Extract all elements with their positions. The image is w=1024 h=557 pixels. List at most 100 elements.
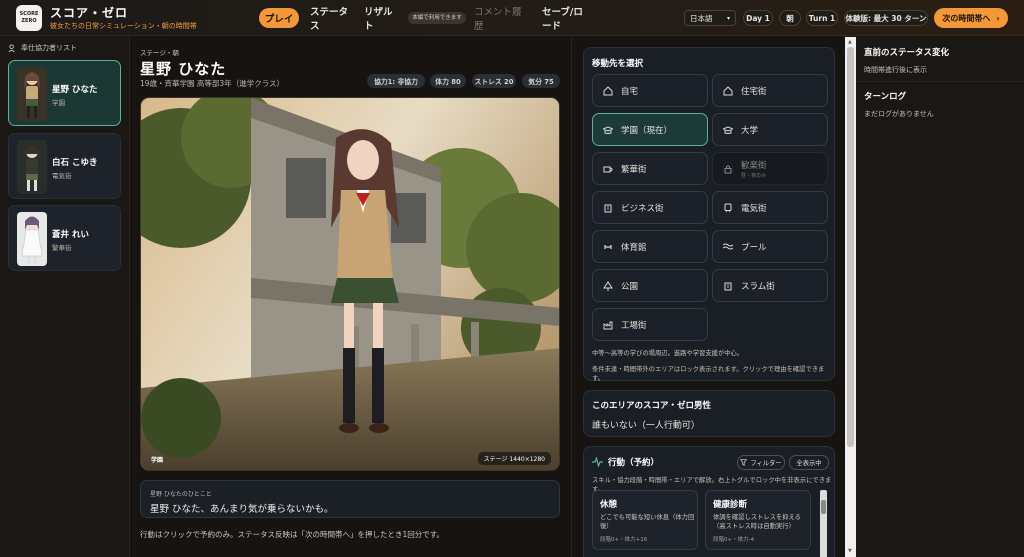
stat-mood-badge: 気分 75 (522, 74, 560, 88)
status-change-heading: 直前のステータス変化 (864, 48, 950, 58)
app-header: SCORE ZERO スコア・ゼロ 彼女たちの日常シミュレーション・朝の時間帯 … (0, 0, 1024, 36)
filter-icon (740, 459, 748, 466)
location-downtown-button[interactable]: 繁華街 (592, 152, 708, 185)
page-scrollbar[interactable]: ▲ ▼ (845, 37, 856, 557)
location-entertainment-button[interactable]: 歓楽街 昼・夜のみ (712, 152, 828, 185)
location-school-button[interactable]: 学園（現在） (592, 113, 708, 146)
character-name: 星野 ひなた (52, 85, 98, 95)
location-description: 中等〜高等の学びの場周辺。進路や学習支援が中心。 (592, 350, 744, 357)
character-name: 白石 こゆき (52, 158, 98, 168)
character-speech-box: 星野 ひなたのひとこと 星野 ひなた、あんまり気が乗らないかも。 (140, 480, 560, 518)
action-stats: 段階0+・体力-4 (713, 537, 755, 543)
waves-icon (723, 243, 733, 249)
scene-resolution-badge: ステージ 1440×1280 (477, 452, 551, 465)
building-icon (604, 204, 612, 212)
graduation-cap-icon (603, 125, 613, 134)
character-location: 電気街 (52, 172, 72, 180)
next-time-label: 次の時間帯へ (942, 13, 991, 23)
action-description: どこでも可能な短い休息（体力回復） (600, 514, 695, 530)
action-panel: 行動（予約） フィルター 全表示中 スキル・協力段階・時間帯・エリアで解放。右上… (583, 446, 835, 557)
app-title: スコア・ゼロ (50, 6, 129, 20)
scene-image: 学園 ステージ 1440×1280 (140, 97, 560, 471)
activity-icon (592, 457, 603, 467)
info-panel: 直前のステータス変化 時間帯進行後に表示 ターンログ まだログがありません (856, 37, 1024, 557)
scene-location-label: 学園 (151, 457, 164, 464)
action-heading: 行動（予約） (608, 458, 660, 468)
stage-label: ステージ・朝 (140, 49, 179, 57)
action-stats: 段階0+・体力+16 (600, 537, 648, 543)
scrollbar-thumb[interactable] (847, 47, 854, 447)
train-icon (724, 203, 732, 212)
factory-icon (603, 321, 613, 329)
nav-comment-tab[interactable]: コメント履歴 (474, 7, 528, 32)
location-factory-button[interactable]: 工場街 (592, 308, 708, 341)
filter-button[interactable]: フィルター (737, 455, 785, 470)
action-title: 健康診断 (713, 500, 748, 510)
nav-play-tab[interactable]: プレイ (259, 8, 299, 28)
location-electric-town-button[interactable]: 電気街 (712, 191, 828, 224)
character-card-koyuki[interactable]: 白石 こゆき 電気街 (8, 133, 121, 199)
speech-speaker: 星野 ひなたのひとこと (150, 491, 212, 498)
home-icon (723, 85, 733, 95)
character-name: 蒼井 れい (52, 230, 89, 240)
tree-icon (603, 280, 613, 291)
location-slum-button[interactable]: スラム街 (712, 269, 828, 302)
stat-stress-badge: ストレス 20 (472, 74, 516, 88)
stat-stamina-badge: 体力 80 (430, 74, 466, 88)
scrollbar-thumb[interactable] (821, 500, 826, 514)
language-select[interactable]: 日本語 ▾ (684, 10, 736, 26)
lock-icon (724, 164, 732, 173)
action-hint-text: 行動はクリックで予約のみ。ステータス反映は「次の時間帯へ」を押したとき1回分です… (140, 530, 445, 539)
location-residential-button[interactable]: 住宅街 (712, 74, 828, 107)
panel-divider (856, 81, 1024, 82)
show-all-toggle[interactable]: 全表示中 (789, 455, 829, 470)
area-male-value: 誰もいない（一人行動可） (592, 421, 700, 431)
action-card-rest[interactable]: 休憩 どこでも可能な短い休息（体力回復） 段階0+・体力+16 (592, 490, 698, 550)
turn-log-text: まだログがありません (864, 110, 934, 118)
users-icon (8, 43, 15, 52)
status-change-text: 時間帯進行後に表示 (864, 66, 927, 74)
collaborator-panel: 奉仕協力者リスト 星野 ひなた 学園 白石 こゆき 電気街 蒼井 れい 繁華街 (0, 37, 130, 557)
nav-result-tab[interactable]: リザルト (364, 7, 400, 32)
home-icon (603, 85, 613, 95)
next-time-button[interactable]: 次の時間帯へ › (934, 8, 1008, 28)
location-business-button[interactable]: ビジネス街 (592, 191, 708, 224)
area-male-heading: このエリアのスコア・ゼロ男性 (592, 401, 712, 411)
time-badge: 朝 (779, 10, 801, 26)
day-badge: Day 1 (743, 10, 773, 26)
action-card-health-check[interactable]: 健康診断 体調を確認しストレスを抑える（高ストレス時は自動実行） 段階0+・体力… (705, 490, 811, 550)
character-profile: 19歳・斉華学園 高等部3年（進学クラス） (140, 79, 285, 88)
trial-badge: 体験版: 最大 30 ターン (844, 10, 928, 26)
turn-badge: Turn 1 (806, 10, 838, 26)
graduation-cap-icon (723, 125, 733, 134)
dumbbell-icon (604, 244, 612, 249)
nav-save-load-tab[interactable]: セーブ/ロード (542, 7, 592, 32)
location-home-button[interactable]: 自宅 (592, 74, 708, 107)
building-icon (724, 282, 732, 290)
collaborator-list-heading: 奉仕協力者リスト (8, 43, 77, 53)
locked-time-note: 昼・夜のみ (741, 172, 767, 179)
location-park-button[interactable]: 公園 (592, 269, 708, 302)
scroll-up-arrow[interactable]: ▲ (848, 39, 852, 45)
chevron-right-icon: › (996, 13, 1000, 23)
chevron-down-icon: ▾ (726, 14, 730, 22)
character-card-hinata[interactable]: 星野 ひなた 学園 (8, 60, 121, 126)
app-logo: SCORE ZERO (16, 5, 42, 31)
location-gym-button[interactable]: 体育館 (592, 230, 708, 263)
location-university-button[interactable]: 大学 (712, 113, 828, 146)
action-title: 休憩 (600, 500, 618, 510)
column-divider (571, 37, 572, 557)
main-only-badge: 本編で利用できます (408, 12, 466, 24)
character-location: 学園 (52, 99, 65, 107)
character-location: 繁華街 (52, 244, 72, 252)
avatar (17, 140, 47, 194)
location-pool-button[interactable]: プール (712, 230, 828, 263)
character-title: 星野 ひなた (140, 60, 227, 78)
move-heading: 移動先を選択 (592, 59, 644, 69)
coffee-icon (603, 166, 613, 172)
character-card-rei[interactable]: 蒼井 れい 繁華街 (8, 205, 121, 271)
scroll-down-arrow[interactable]: ▼ (848, 548, 852, 554)
action-list-scrollbar[interactable] (820, 490, 827, 557)
nav-status-tab[interactable]: ステータス (310, 7, 350, 32)
avatar (17, 67, 47, 121)
